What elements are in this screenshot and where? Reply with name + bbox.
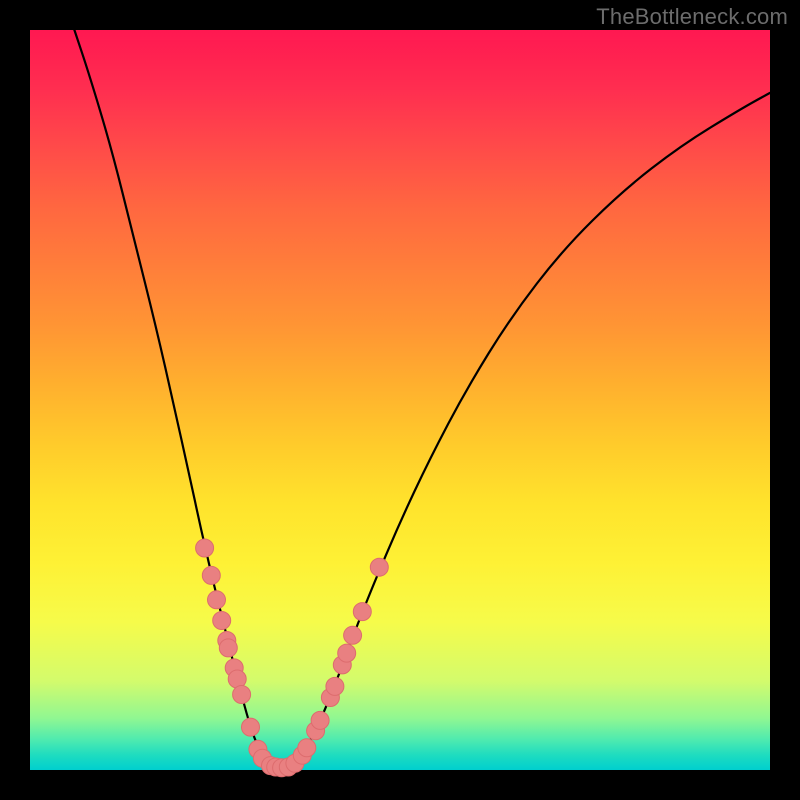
data-dot bbox=[202, 566, 220, 584]
data-dot bbox=[233, 686, 251, 704]
data-dot bbox=[311, 711, 329, 729]
data-dot bbox=[353, 603, 371, 621]
data-dot bbox=[338, 644, 356, 662]
data-dot bbox=[370, 558, 388, 576]
data-dot bbox=[298, 739, 316, 757]
data-dot bbox=[219, 639, 237, 657]
data-dot bbox=[326, 677, 344, 695]
frame: TheBottleneck.com bbox=[0, 0, 800, 800]
bottleneck-curve bbox=[74, 30, 770, 767]
data-dot bbox=[208, 591, 226, 609]
dots-group bbox=[196, 539, 389, 777]
plot-area bbox=[30, 30, 770, 770]
data-dot bbox=[344, 626, 362, 644]
data-dot bbox=[213, 612, 231, 630]
data-dot bbox=[196, 539, 214, 557]
chart-svg bbox=[30, 30, 770, 770]
watermark-text: TheBottleneck.com bbox=[596, 4, 788, 30]
data-dot bbox=[242, 718, 260, 736]
